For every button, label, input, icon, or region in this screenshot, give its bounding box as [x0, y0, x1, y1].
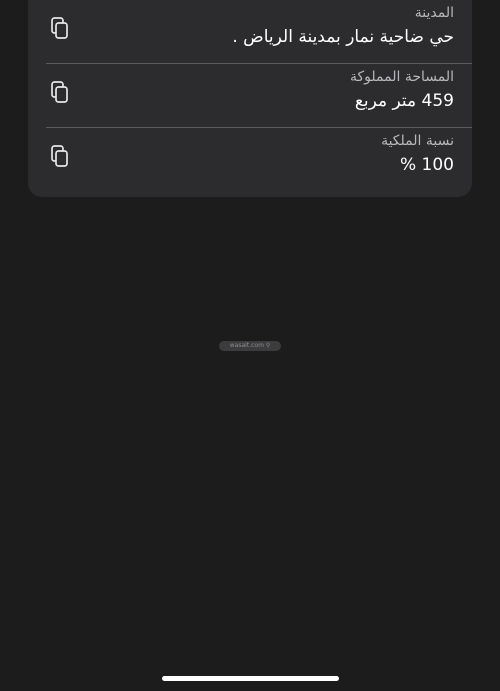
detail-value: 100 %	[399, 155, 454, 175]
home-indicator[interactable]	[162, 676, 339, 681]
detail-row-ownership-ratio: نسبة الملكية 100 %	[46, 128, 454, 191]
copy-icon[interactable]	[50, 144, 70, 170]
copy-icon[interactable]	[50, 16, 70, 42]
details-card: المدينة حي ضاحية نمار بمدينة الرياض . ال…	[28, 0, 472, 197]
detail-label: نسبة الملكية	[381, 133, 454, 149]
detail-label: المدينة	[414, 5, 454, 21]
screen: المدينة حي ضاحية نمار بمدينة الرياض . ال…	[0, 0, 500, 691]
detail-value: 459 متر مربع	[354, 91, 454, 111]
copy-icon[interactable]	[50, 80, 70, 106]
detail-label: المساحة المملوكة	[350, 69, 454, 85]
detail-value: حي ضاحية نمار بمدينة الرياض .	[232, 27, 454, 47]
detail-row-owned-area: المساحة المملوكة 459 متر مربع	[46, 64, 454, 127]
detail-row-city: المدينة حي ضاحية نمار بمدينة الرياض .	[46, 0, 454, 63]
watermark-badge: wasalt.com ⚲	[219, 341, 281, 351]
